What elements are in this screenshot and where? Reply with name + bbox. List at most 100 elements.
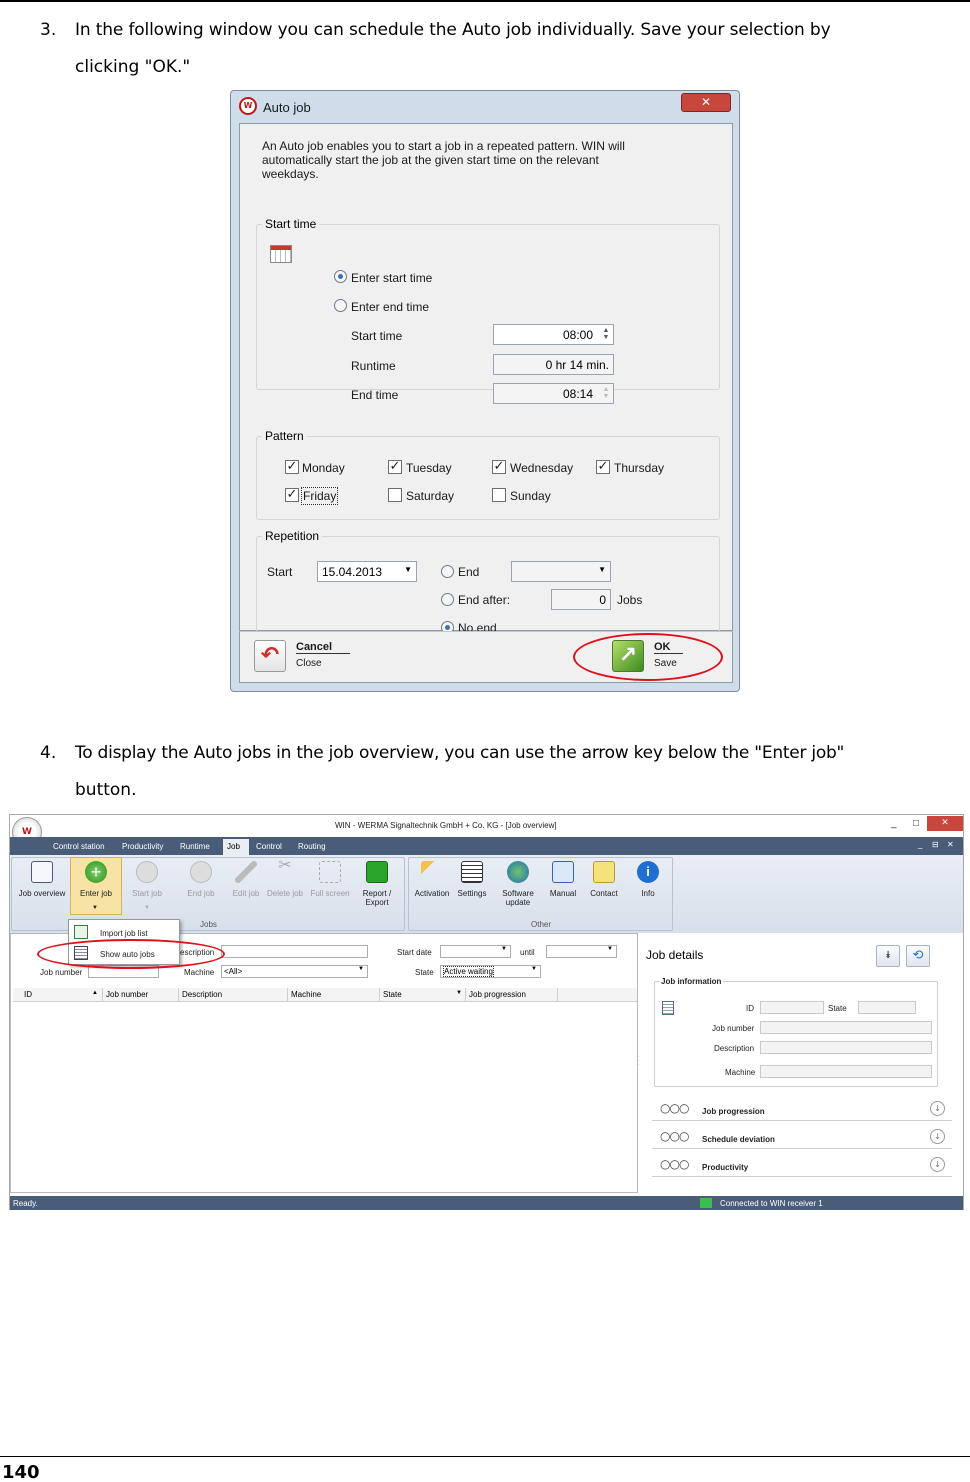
- enter-job-dropdown-arrow[interactable]: ▼: [92, 905, 98, 911]
- saturday-checkbox[interactable]: [388, 488, 402, 502]
- expand-circle-icon[interactable]: ↓: [930, 1129, 945, 1144]
- col-job-number[interactable]: Job number: [103, 988, 179, 1002]
- step-text: To display the Auto jobs in the job over…: [75, 743, 845, 763]
- settings-list-icon: [461, 861, 483, 883]
- intro-text: An Auto job enables you to start a job i…: [262, 139, 625, 153]
- menu-tab-bar: Control station Productivity Runtime Job…: [10, 837, 963, 855]
- start-time-spinner[interactable]: ▲ ▼: [601, 327, 611, 342]
- refresh-button[interactable]: ⟲: [906, 945, 930, 967]
- wednesday-checkbox[interactable]: ✓: [492, 460, 506, 474]
- schedule-deviation-section[interactable]: ○○○ Schedule deviation ↓: [652, 1127, 952, 1149]
- manual-label: Manual: [549, 889, 577, 898]
- footer-rule: [0, 1456, 970, 1457]
- close-button[interactable]: ✕: [927, 816, 963, 831]
- enter-end-time-radio[interactable]: [334, 299, 347, 312]
- state-select[interactable]: Active waiting ▼: [440, 965, 541, 978]
- calendar-icon: [270, 245, 292, 263]
- minimize-button[interactable]: _: [891, 818, 897, 829]
- job-overview-button[interactable]: Job overview: [14, 861, 70, 898]
- tab-job[interactable]: Job: [223, 839, 249, 855]
- tab-control-station[interactable]: Control station: [53, 842, 105, 851]
- col-machine[interactable]: Machine: [288, 988, 380, 1002]
- wednesday-label: Wednesday: [510, 461, 574, 475]
- contact-button[interactable]: Contact: [584, 861, 624, 898]
- repetition-group-label: Repetition: [262, 529, 323, 543]
- cancel-button[interactable]: ↶ Cancel Close: [254, 640, 364, 674]
- tab-control[interactable]: Control: [256, 842, 282, 851]
- step-number: 4.: [40, 743, 57, 763]
- maximize-button[interactable]: □: [913, 818, 919, 829]
- info-button[interactable]: i Info: [628, 861, 668, 898]
- page-number: 140: [2, 1462, 40, 1482]
- detail-job-number-field: [760, 1021, 932, 1034]
- report-export-label: Report / Export: [362, 889, 392, 907]
- monday-checkbox[interactable]: ✓: [285, 460, 299, 474]
- manual-button[interactable]: Manual: [543, 861, 583, 898]
- globe-icon: [507, 861, 529, 883]
- chevron-down-icon: ▼: [531, 966, 537, 972]
- until-label: until: [520, 948, 535, 957]
- friday-checkbox[interactable]: ✓: [285, 488, 299, 502]
- info-label: Info: [641, 889, 655, 898]
- end-time-value: 08:14: [562, 387, 593, 401]
- edit-job-button[interactable]: Edit job: [226, 861, 266, 898]
- description-input[interactable]: [221, 945, 368, 958]
- thursday-checkbox[interactable]: ✓: [596, 460, 610, 474]
- end-job-button[interactable]: End job: [178, 861, 224, 898]
- start-date-select[interactable]: ▼: [440, 945, 511, 958]
- sub-minimize-button[interactable]: _: [918, 840, 922, 849]
- tuesday-checkbox[interactable]: ✓: [388, 460, 402, 474]
- sub-restore-button[interactable]: ⊟: [932, 840, 939, 849]
- runtime-label: Runtime: [351, 359, 396, 373]
- expand-circle-icon[interactable]: ↓: [930, 1157, 945, 1172]
- software-update-button[interactable]: Software update: [494, 861, 542, 907]
- full-screen-button[interactable]: Full screen: [307, 861, 353, 898]
- splitter-handle[interactable]: · · ·: [637, 1054, 639, 1068]
- job-details-panel: Job details ⯯ ⟲ Job information ID State…: [644, 933, 962, 1193]
- repetition-start-date[interactable]: 15.04.2013 ▼: [317, 561, 417, 582]
- job-progression-section[interactable]: ○○○ Job progression ↓: [652, 1099, 952, 1121]
- expand-circle-icon[interactable]: ↓: [930, 1101, 945, 1116]
- end-after-radio[interactable]: [441, 593, 454, 606]
- job-progression-label: Job progression: [702, 1107, 765, 1116]
- window-title: WIN - WERMA Signaltechnik GmbH + Co. KG …: [335, 821, 557, 830]
- end-after-input[interactable]: 0: [551, 589, 611, 610]
- report-export-button[interactable]: Report / Export: [356, 861, 398, 907]
- tuesday-label: Tuesday: [406, 461, 452, 475]
- end-time-field: 08:14 ▲ ▼: [493, 383, 614, 404]
- start-time-group-label: Start time: [262, 217, 320, 231]
- delete-job-button[interactable]: ✂ Delete job: [264, 858, 306, 899]
- col-description[interactable]: Description: [179, 988, 288, 1002]
- end-date-combo[interactable]: ▼: [511, 561, 611, 582]
- detail-machine-field: [760, 1065, 932, 1078]
- start-time-input[interactable]: 08:00 ▲ ▼: [493, 324, 614, 345]
- tab-runtime[interactable]: Runtime: [180, 842, 210, 851]
- end-radio[interactable]: [441, 565, 454, 578]
- detail-id-label: ID: [746, 1004, 754, 1013]
- sub-close-button[interactable]: ✕: [947, 840, 954, 849]
- jobs-group-label: Jobs: [200, 920, 217, 929]
- settings-button[interactable]: Settings: [452, 861, 492, 898]
- thursday-label: Thursday: [614, 461, 665, 475]
- step-text: clicking "OK.": [75, 57, 191, 77]
- repetition-start-label: Start: [267, 565, 293, 579]
- collapse-down-button[interactable]: ⯯: [876, 945, 900, 967]
- edit-job-label: Edit job: [232, 889, 260, 898]
- col-state[interactable]: State ▼: [380, 988, 466, 1002]
- productivity-section[interactable]: ○○○ Productivity ↓: [652, 1155, 952, 1177]
- col-job-progression[interactable]: Job progression: [466, 988, 558, 1002]
- enter-job-button[interactable]: + Enter job: [70, 861, 122, 898]
- tab-routing[interactable]: Routing: [298, 842, 326, 851]
- sunday-checkbox[interactable]: [492, 488, 506, 502]
- machine-select[interactable]: <All> ▼: [221, 965, 368, 978]
- start-job-button[interactable]: Start job: [124, 861, 170, 898]
- intro-text: weekdays.: [262, 167, 319, 181]
- activation-button[interactable]: Activation: [412, 861, 452, 898]
- until-select[interactable]: ▼: [546, 945, 617, 958]
- col-id[interactable]: ID ▲: [21, 988, 103, 1002]
- dialog-close-button[interactable]: ✕: [681, 93, 731, 112]
- enter-start-time-radio[interactable]: [334, 270, 347, 283]
- software-update-label: Software update: [502, 889, 534, 907]
- auto-job-dialog: W Auto job ✕ An Auto job enables you to …: [230, 90, 740, 692]
- tab-productivity[interactable]: Productivity: [122, 842, 163, 851]
